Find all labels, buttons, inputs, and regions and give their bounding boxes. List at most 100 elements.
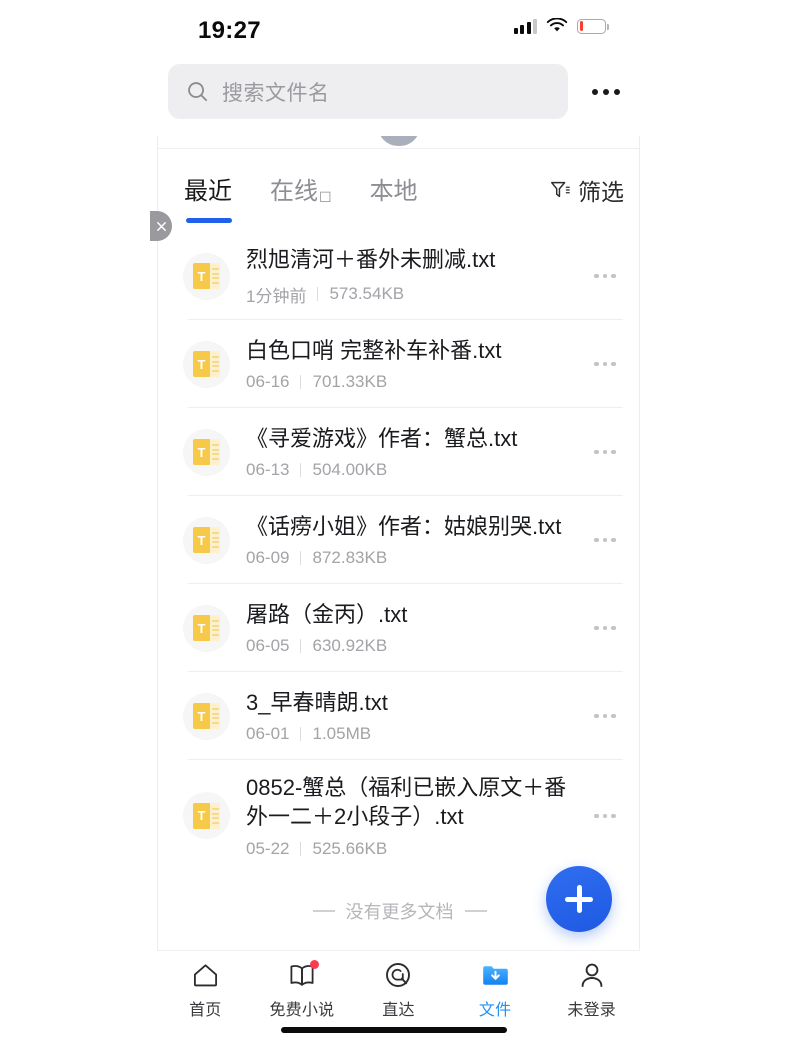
file-size: 701.33KB (312, 372, 388, 392)
file-info: 3_早春晴朗.txt 06-01 1.05MB (246, 675, 585, 757)
file-date: 06-09 (246, 548, 290, 568)
file-info: 白色口哨 完整补车补番.txt 06-16 701.33KB (246, 323, 585, 405)
meta-divider (300, 551, 302, 566)
file-list[interactable]: T 烈旭清河＋番外未删减.txt 1分钟前 573.54KB T 白色口哨 完整… (158, 232, 639, 950)
row-more-button[interactable] (585, 813, 625, 819)
table-row[interactable]: T 《寻爱游戏》作者：蟹总.txt 06-13 504.00KB (158, 408, 639, 496)
file-size: 1.05MB (312, 724, 372, 744)
panel-divider (158, 148, 639, 149)
status-time: 19:27 (198, 17, 261, 44)
bottom-navigation: 首页 免费小说 直达 文件 未登录 (157, 950, 640, 1026)
txt-file-letter: T (193, 615, 210, 641)
file-date: 05-22 (246, 838, 290, 858)
tab-recent[interactable]: 最近 (184, 171, 232, 223)
file-name: 《寻爱游戏》作者：蟹总.txt (246, 425, 518, 451)
table-row[interactable]: T 屠路（金丙）.txt 06-05 630.92KB (158, 584, 639, 672)
file-size: 630.92KB (312, 636, 388, 656)
filter-icon (551, 181, 570, 198)
file-name: 3_早春晴朗.txt (246, 689, 388, 715)
txt-file-letter: T (193, 703, 210, 729)
nav-item-free-novels[interactable]: 免费小说 (254, 957, 351, 1020)
nav-item-files[interactable]: 文件 (447, 957, 544, 1020)
meta-divider (300, 727, 302, 742)
search-placeholder: 搜索文件名 (222, 81, 330, 105)
row-more-button[interactable] (585, 361, 625, 367)
wifi-icon (546, 18, 568, 32)
nav-item-home[interactable]: 首页 (157, 957, 254, 1020)
meta-divider (317, 287, 319, 302)
row-more-button[interactable] (585, 273, 625, 279)
txt-file-icon: T (183, 604, 230, 652)
file-meta: 06-13 504.00KB (246, 460, 585, 480)
file-date: 06-05 (246, 636, 290, 656)
tab-online[interactable]: 在线 ☐ (270, 171, 332, 209)
txt-file-icon: T (183, 516, 230, 564)
file-date: 06-13 (246, 460, 290, 480)
row-more-button[interactable] (585, 449, 625, 455)
tab-bar: 最近 在线 ☐ 本地 筛选 (158, 156, 639, 224)
file-date: 06-01 (246, 724, 290, 744)
file-meta: 06-05 630.92KB (246, 636, 585, 656)
table-row[interactable]: T 《话痨小姐》作者：姑娘别哭.txt 06-09 872.83KB (158, 496, 639, 584)
direct-search-icon (383, 961, 413, 989)
home-icon (190, 961, 220, 989)
file-date: 1分钟前 (246, 286, 307, 306)
file-info: 《话痨小姐》作者：姑娘别哭.txt 06-09 872.83KB (246, 499, 585, 581)
table-row[interactable]: T 烈旭清河＋番外未删减.txt 1分钟前 573.54KB (158, 232, 639, 320)
cloud-badge-icon: ☐ (319, 189, 332, 205)
file-meta: 1分钟前 573.54KB (246, 282, 585, 307)
nav-label-free-novels: 免费小说 (269, 1002, 335, 1019)
file-name: 0852-蟹总（福利已嵌入原文＋番外一二＋2小段子）.txt (246, 775, 567, 830)
table-row[interactable]: T 3_早春晴朗.txt 06-01 1.05MB (158, 672, 639, 760)
meta-divider (300, 639, 302, 654)
search-icon (188, 82, 208, 102)
file-name: 白色口哨 完整补车补番.txt (246, 337, 502, 363)
nav-item-direct[interactable]: 直达 (350, 957, 447, 1020)
file-name: 《话痨小姐》作者：姑娘别哭.txt (246, 513, 562, 539)
row-more-button[interactable] (585, 625, 625, 631)
tab-local[interactable]: 本地 (370, 171, 418, 209)
row-more-button[interactable] (585, 537, 625, 543)
status-icons (513, 18, 609, 34)
table-row[interactable]: T 白色口哨 完整补车补番.txt 06-16 701.33KB (158, 320, 639, 408)
search-input[interactable]: 搜索文件名 (168, 64, 568, 119)
add-file-button[interactable] (546, 866, 612, 932)
txt-file-letter: T (193, 351, 210, 377)
file-meta: 06-16 701.33KB (246, 372, 585, 392)
file-size: 504.00KB (312, 460, 388, 480)
file-meta: 05-22 525.66KB (246, 839, 585, 859)
home-indicator[interactable] (281, 1027, 507, 1033)
meta-divider (300, 375, 302, 390)
txt-file-letter: T (193, 439, 210, 465)
files-panel: 最近 在线 ☐ 本地 筛选 T 烈旭清河＋番外未删减.txt 1分钟前 573.… (157, 136, 640, 950)
status-bar: 19:27 (0, 0, 788, 58)
txt-file-icon: T (183, 252, 230, 300)
file-info: 0852-蟹总（福利已嵌入原文＋番外一二＋2小段子）.txt 05-22 525… (246, 760, 585, 872)
file-name: 屠路（金丙）.txt (246, 601, 408, 627)
row-more-button[interactable] (585, 713, 625, 719)
header-more-button[interactable] (592, 64, 620, 119)
book-icon (287, 960, 319, 989)
txt-file-icon: T (183, 428, 230, 476)
meta-divider (300, 463, 302, 478)
tab-active-indicator (186, 218, 232, 223)
plus-icon-vertical (576, 885, 582, 913)
file-date: 06-16 (246, 372, 290, 392)
txt-file-icon: T (183, 692, 230, 740)
table-row[interactable]: T 0852-蟹总（福利已嵌入原文＋番外一二＋2小段子）.txt 05-22 5… (158, 760, 639, 872)
file-meta: 06-09 872.83KB (246, 548, 585, 568)
nav-label-account: 未登录 (567, 1002, 616, 1019)
tab-recent-label: 最近 (184, 178, 232, 205)
dash-left (312, 910, 335, 912)
pull-handle[interactable] (377, 136, 420, 146)
filter-label: 筛选 (578, 179, 624, 205)
cellular-signal-icon (513, 18, 537, 34)
search-row: 搜索文件名 (168, 64, 620, 119)
filter-button[interactable]: 筛选 (549, 173, 624, 207)
txt-file-letter: T (193, 263, 210, 289)
nav-item-account[interactable]: 未登录 (543, 957, 640, 1020)
nav-label-files: 文件 (478, 1002, 512, 1019)
file-info: 屠路（金丙）.txt 06-05 630.92KB (246, 587, 585, 669)
meta-divider (300, 841, 302, 856)
txt-file-icon: T (183, 792, 230, 840)
